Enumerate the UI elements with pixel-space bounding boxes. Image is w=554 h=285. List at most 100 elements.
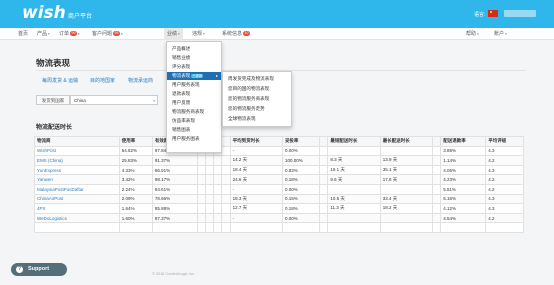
table-cell bbox=[213, 222, 223, 233]
carrier-name[interactable]: WeDoLogistics bbox=[34, 212, 120, 224]
menu-item-logistics-performance[interactable]: 物流表现 已更新 ▸ bbox=[167, 72, 221, 80]
chevron-down-icon: ▾ bbox=[120, 32, 123, 36]
support-button[interactable]: ? Support bbox=[11, 263, 67, 276]
nav-infractions[interactable]: 违规▾ bbox=[192, 28, 205, 40]
table-cell: 4.12% bbox=[440, 203, 487, 214]
table-cell: - bbox=[229, 145, 283, 157]
nav-customer-issues-label: 客户问题 bbox=[92, 31, 113, 37]
table-row: 4PX 1.64% 85.88% 12.7 天 0.18% 11.3 天 18.2 天 4.1… bbox=[34, 203, 524, 214]
china-flag-icon[interactable] bbox=[488, 10, 498, 17]
table-cell bbox=[221, 145, 231, 157]
nav-account[interactable]: 账户▾ bbox=[494, 28, 507, 40]
country-select[interactable]: China ▾ bbox=[70, 95, 158, 105]
table-cell: 4.23% bbox=[440, 174, 487, 185]
table-cell bbox=[221, 174, 231, 185]
menu-item-rating-performance[interactable]: 评分表现 bbox=[167, 63, 221, 71]
column-header[interactable]: 妥投率 bbox=[281, 136, 321, 147]
table-cell bbox=[196, 183, 207, 195]
table-cell bbox=[319, 174, 329, 185]
table-cell bbox=[319, 193, 329, 205]
table-cell: 9.6 天 bbox=[327, 174, 381, 185]
column-header[interactable] bbox=[432, 136, 442, 147]
table-cell bbox=[379, 222, 434, 233]
table-cell: 100.00% bbox=[281, 155, 321, 166]
chevron-down-icon: ▾ bbox=[477, 32, 479, 36]
table-cell bbox=[379, 212, 434, 224]
tab-destination-country[interactable]: 目的地国家 bbox=[90, 77, 115, 84]
carrier-name[interactable]: YunExpress bbox=[34, 164, 120, 176]
performance-dropdown-menu: 产品概述 销售业绩 评分表现 物流表现 已更新 ▸ 用户服务表现 退款表现 用户反馈… bbox=[166, 41, 222, 153]
wish-logo[interactable]: wish bbox=[22, 5, 66, 22]
column-header[interactable]: 最短配送时长 bbox=[327, 136, 381, 147]
menu-item-user-feedback[interactable]: 用户反馈 bbox=[167, 99, 221, 107]
carrier-name[interactable] bbox=[34, 222, 120, 233]
menu-item-sales-performance[interactable]: 销售业绩 bbox=[167, 54, 221, 62]
issues-count-badge: 99 bbox=[113, 31, 120, 36]
nav-customer-issues[interactable]: 客户问题 99 ▾ bbox=[92, 28, 123, 40]
table-cell bbox=[213, 203, 223, 214]
nav-system-info[interactable]: 系统信息 10 bbox=[222, 28, 250, 40]
nav-performance[interactable]: 业绩▾ bbox=[164, 28, 183, 40]
nav-orders[interactable]: 订单 99 ▾ bbox=[59, 28, 80, 40]
column-header[interactable]: 配送退款率 bbox=[440, 136, 487, 147]
menu-item-user-service-performance[interactable]: 用户服务表现 bbox=[167, 81, 221, 89]
menu-item-counterfeit-rate[interactable]: 仿品率表现 bbox=[167, 117, 221, 125]
column-header[interactable]: 平均到货时长 bbox=[229, 136, 283, 147]
menu-item-product-overview[interactable]: 产品概述 bbox=[167, 45, 221, 53]
carrier-name[interactable]: Yanwen bbox=[34, 174, 120, 185]
column-header[interactable]: 平均评级 bbox=[485, 136, 524, 147]
chevron-down-icon: ▾ bbox=[505, 32, 507, 36]
carrier-name[interactable]: MalaysiaPostPosDaftar bbox=[34, 183, 120, 195]
chevron-down-icon: ▾ bbox=[203, 32, 205, 36]
table-cell: 4.2 bbox=[485, 212, 524, 224]
table-cell: 10.5 天 bbox=[327, 193, 381, 205]
tab-carriers[interactable]: 物流承运商 bbox=[128, 77, 153, 84]
nav-system-info-label: 系统信息 bbox=[222, 31, 243, 37]
logistics-submenu: 周发货完成及物流表现 您目的国的物流表现 您的物流服务商表现 您的物流服务走势 … bbox=[222, 71, 292, 127]
tab-weekly-shipping[interactable]: 每周发货 & 运输 bbox=[42, 77, 78, 84]
table-cell bbox=[213, 183, 223, 195]
carrier-name[interactable]: EMS (China) bbox=[34, 155, 120, 166]
menu-item-carrier-performance[interactable]: 物流服务商表现 bbox=[167, 108, 221, 116]
column-header[interactable]: 最长配送时长 bbox=[379, 136, 434, 147]
submenu-item-destination-performance[interactable]: 您目的国的物流表现 bbox=[223, 85, 291, 93]
nav-help[interactable]: 帮助▾ bbox=[466, 28, 479, 40]
table-cell bbox=[221, 222, 231, 233]
table-cell: 4.33% bbox=[118, 164, 153, 176]
table-cell bbox=[205, 203, 215, 214]
table-row: Yanwen 3.42% 98.17% 24.6 天 0.18% 9.6 天 17.6 天 4… bbox=[34, 174, 524, 185]
table-cell: 18.3 天 bbox=[229, 193, 283, 205]
nav-products[interactable]: 产品▾ bbox=[37, 28, 50, 40]
account-name-chip[interactable] bbox=[504, 10, 536, 17]
carrier-name[interactable]: 4PX bbox=[34, 203, 120, 214]
column-header[interactable]: 物流商 bbox=[34, 136, 120, 147]
table-body: WishPost 54.82% 97.84% -0.00% 3.88% 4.3 EMS (C… bbox=[34, 145, 524, 233]
chevron-down-icon: ▾ bbox=[178, 32, 180, 36]
submenu-item-weekly-shipping[interactable]: 周发货完成及物流表现 bbox=[223, 75, 291, 83]
table-cell bbox=[205, 222, 215, 233]
column-header[interactable]: 使用率 bbox=[118, 136, 153, 147]
menu-item-sales-chart[interactable]: 销售图表 bbox=[167, 126, 221, 134]
column-header[interactable] bbox=[319, 136, 329, 147]
column-header[interactable] bbox=[221, 136, 231, 147]
table-cell bbox=[432, 193, 442, 205]
carrier-name[interactable]: WishPost bbox=[34, 145, 120, 157]
table-cell: 8.3 天 bbox=[327, 155, 381, 166]
submenu-item-service-trend[interactable]: 您的物流服务走势 bbox=[223, 105, 291, 113]
nav-home[interactable]: 首页 bbox=[18, 28, 28, 40]
table-row: EMS (China) 25.83% 91.37% 14.2 天 100.00% 8.3 … bbox=[34, 155, 524, 166]
carrier-name[interactable]: ChinaAirPost bbox=[34, 193, 120, 205]
table-cell bbox=[281, 222, 321, 233]
table-cell bbox=[229, 222, 283, 233]
table-cell: 4.3 bbox=[485, 193, 524, 205]
menu-item-user-service-chart[interactable]: 用户服务图表 bbox=[167, 135, 221, 143]
submenu-item-carrier-performance[interactable]: 您的物流服务商表现 bbox=[223, 95, 291, 103]
submenu-item-global-performance[interactable]: 全球物流表现 bbox=[223, 115, 291, 123]
table-cell: 1.64% bbox=[118, 203, 153, 214]
table-cell: 14.2 天 bbox=[229, 155, 283, 166]
menu-item-refund-performance[interactable]: 退款表现 bbox=[167, 90, 221, 98]
table-cell bbox=[196, 174, 207, 185]
table-cell: 91.37% bbox=[151, 155, 198, 166]
table-cell: 1.60% bbox=[118, 212, 153, 224]
table-cell: 0.18% bbox=[281, 203, 321, 214]
